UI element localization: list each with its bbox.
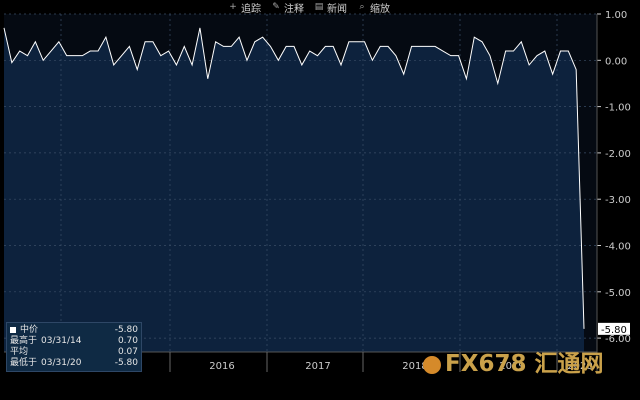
annotate-button[interactable]: ✎ 注释	[271, 0, 304, 15]
toolbar: + 追踪 ✎ 注释 ▤ 新闻 ⌕ 缩放	[228, 0, 390, 15]
watermark-logo: FX678 汇通网	[423, 344, 603, 378]
plus-icon: +	[229, 2, 237, 12]
news-button[interactable]: ▤ 新闻	[314, 0, 347, 15]
y-tick-label: 1.00	[605, 10, 627, 21]
coin-icon	[423, 355, 441, 374]
track-button[interactable]: + 追踪	[228, 0, 261, 15]
y-tick-label: -1.00	[605, 103, 631, 114]
legend: 中价 -5.80 最高于 03/31/14 0.70 平均 0.07 最低于 03/31/…	[6, 322, 142, 372]
x-tick-label: 2017	[305, 361, 330, 372]
zoom-button[interactable]: ⌕ 缩放	[357, 0, 390, 15]
y-tick-label: -4.00	[605, 242, 631, 253]
pencil-icon: ✎	[272, 2, 280, 12]
zoom-icon: ⌕	[359, 2, 365, 12]
y-tick-label: -3.00	[605, 195, 631, 206]
y-tick-label: -5.00	[605, 288, 631, 299]
x-tick-label: 2016	[209, 361, 234, 372]
series-swatch	[10, 327, 16, 333]
y-tick-label: 0.00	[605, 56, 627, 67]
news-icon: ▤	[314, 2, 324, 12]
y-tick-label: -2.00	[605, 149, 631, 160]
last-value-label: -5.80	[601, 325, 627, 336]
